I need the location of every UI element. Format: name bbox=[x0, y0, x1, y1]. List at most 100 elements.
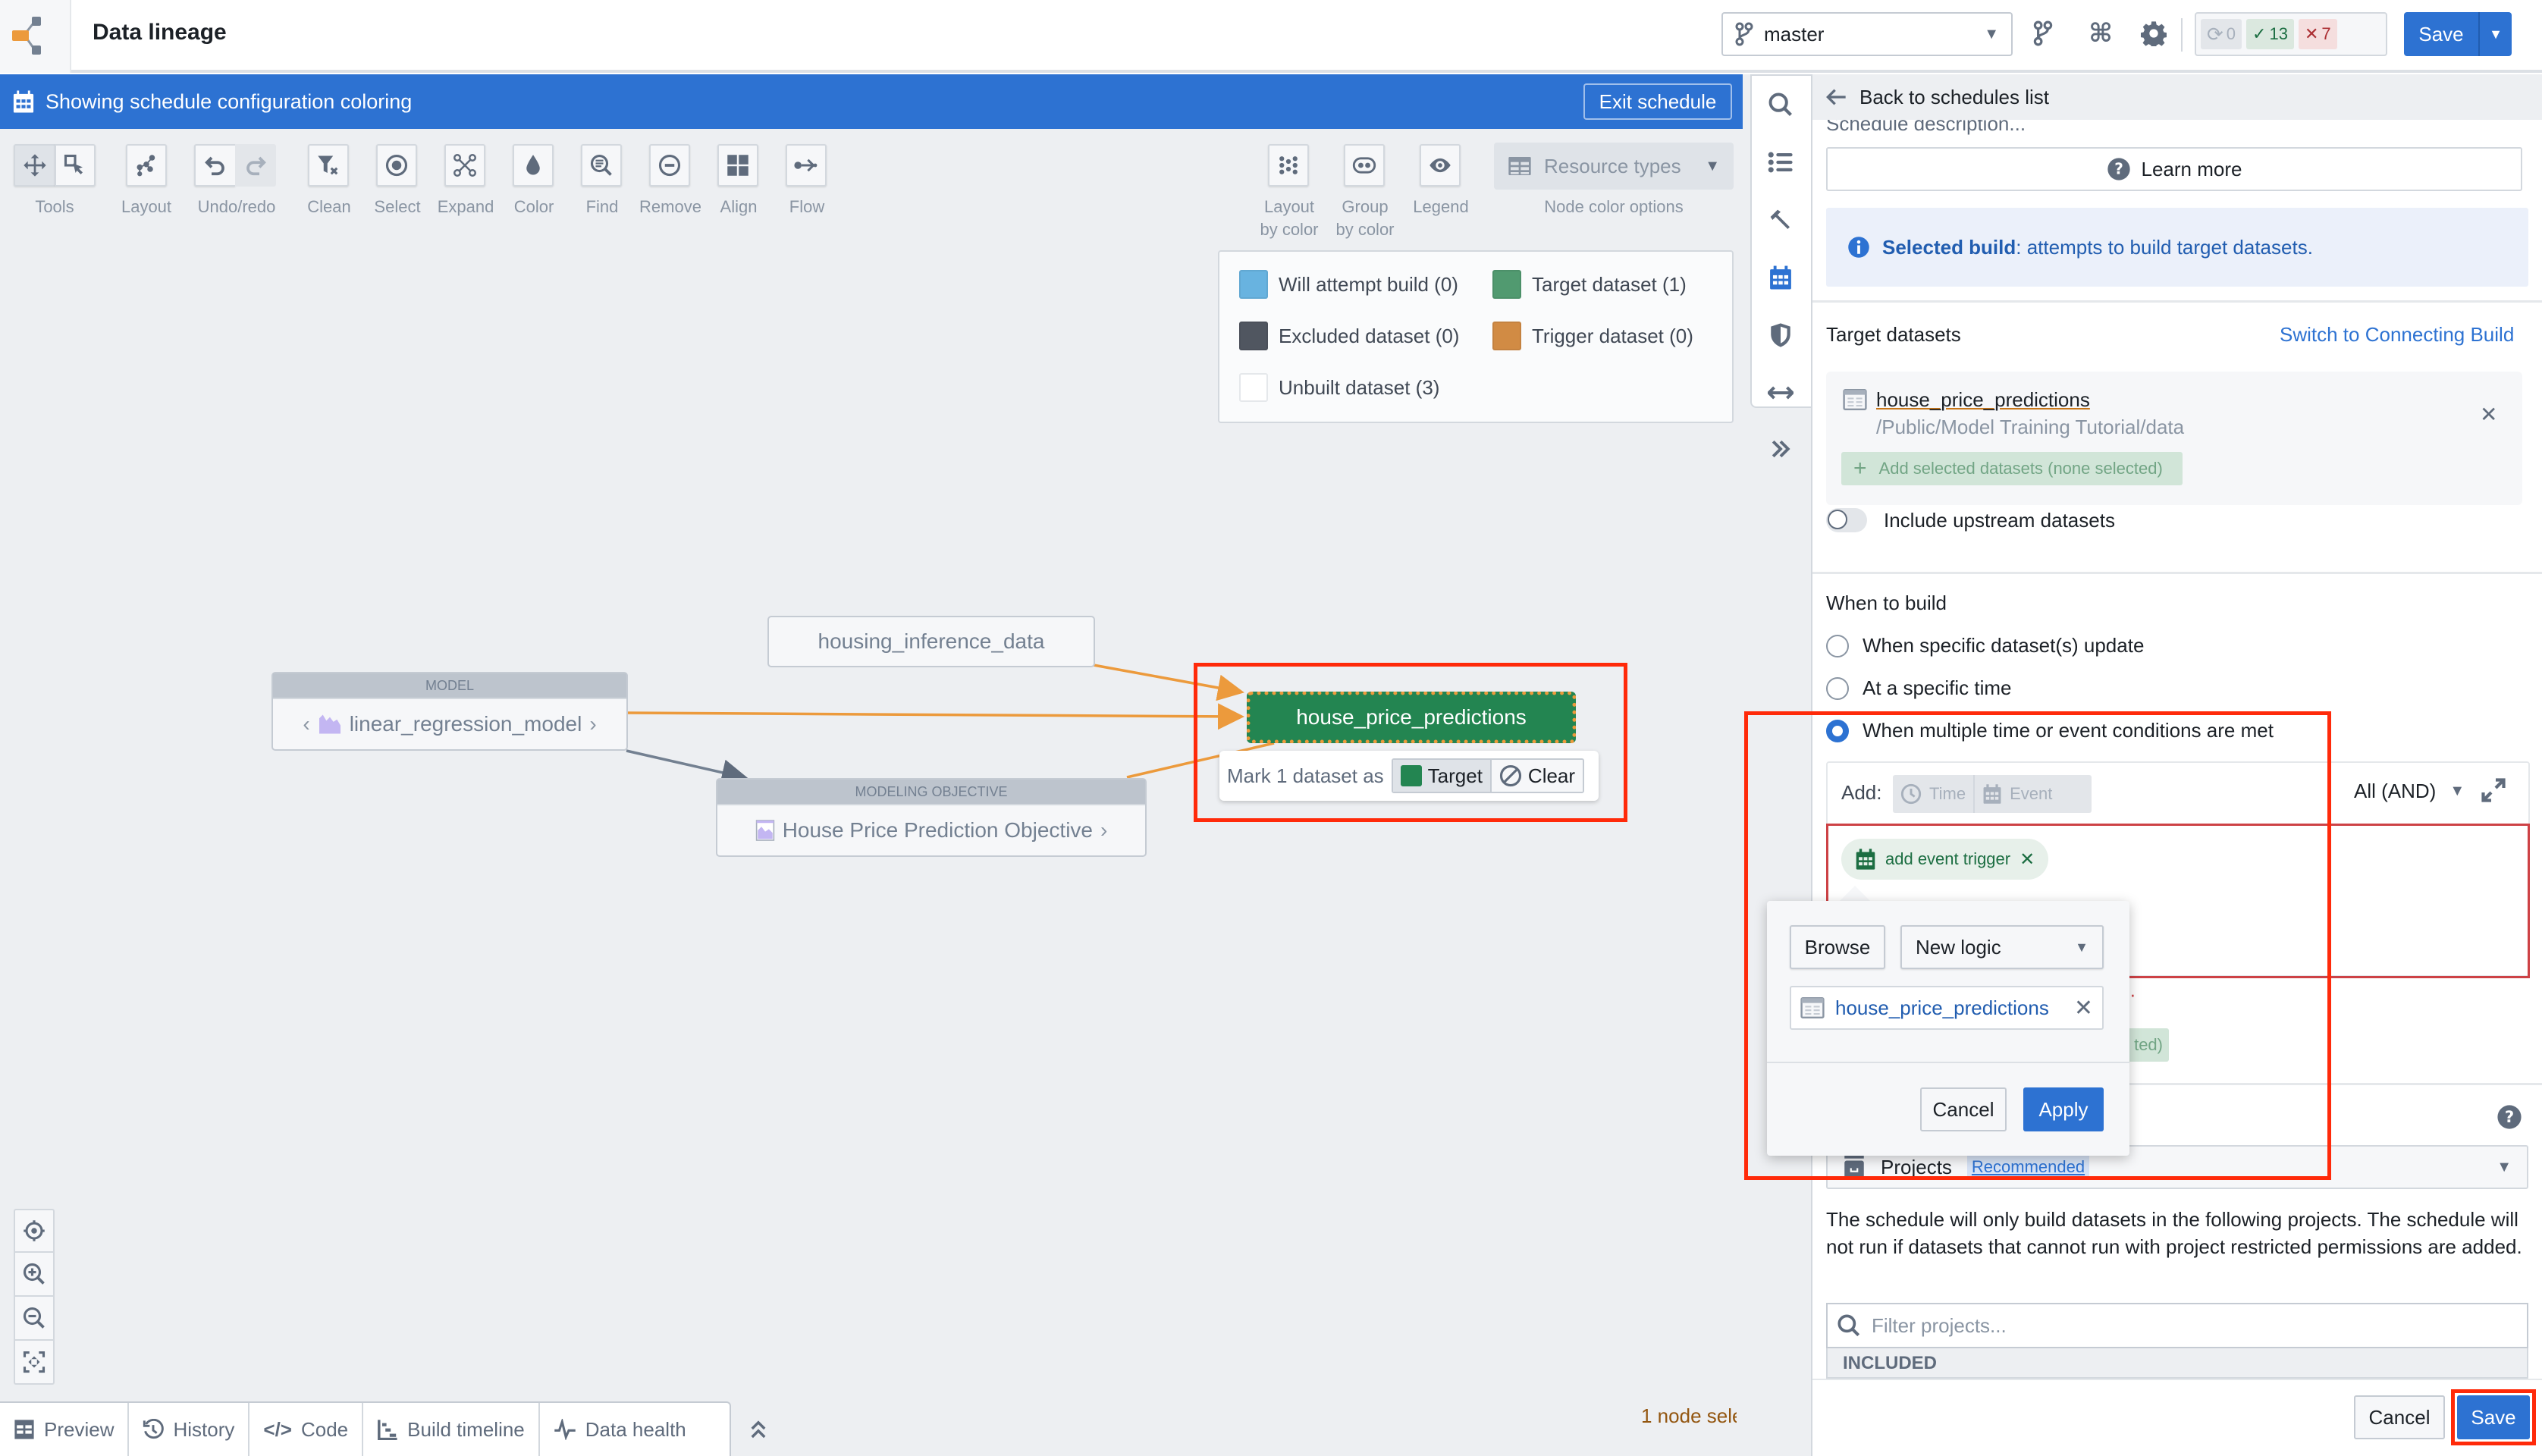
check-icon: ✓ bbox=[2252, 24, 2267, 43]
zoom-out-button[interactable] bbox=[14, 1297, 55, 1341]
chevron-right-icon[interactable]: › bbox=[589, 712, 596, 736]
fit-to-screen-button[interactable] bbox=[14, 1341, 55, 1385]
build-option-dataset-update[interactable]: When specific dataset(s) update bbox=[1826, 634, 2144, 657]
trigger-dataset-link[interactable]: house_price_predictions bbox=[1835, 996, 2049, 1020]
filter-projects-input[interactable]: Filter projects... bbox=[1826, 1303, 2528, 1348]
tab-history[interactable]: History bbox=[129, 1403, 250, 1456]
popover-divider bbox=[1767, 1062, 2129, 1063]
arrow-left-icon bbox=[1826, 89, 1846, 105]
svg-text:?: ? bbox=[2505, 1108, 2514, 1127]
side-nav-list[interactable] bbox=[1764, 146, 1797, 179]
browse-button[interactable]: Browse bbox=[1790, 925, 1885, 969]
branch-selector[interactable]: master ▼ bbox=[1721, 12, 2013, 56]
running-builds-badge[interactable]: ⟳ 0 bbox=[2201, 19, 2242, 49]
radio-button[interactable] bbox=[1826, 634, 1849, 657]
radio-button[interactable] bbox=[1826, 676, 1849, 700]
tab-preview[interactable]: Preview bbox=[0, 1403, 130, 1456]
bottom-tab-bar: Preview History </> Code Build timeline … bbox=[0, 1401, 731, 1456]
build-option-specific-time[interactable]: At a specific time bbox=[1826, 676, 2012, 700]
plus-icon: + bbox=[1853, 456, 1867, 481]
strip-active-indicator bbox=[1737, 74, 1743, 129]
event-trigger-tag[interactable]: add event trigger ✕ bbox=[1841, 839, 2049, 880]
save-options-dropdown[interactable]: ▼ bbox=[2478, 12, 2512, 56]
recenter-button[interactable] bbox=[14, 1209, 55, 1253]
close-icon: ✕ bbox=[2480, 403, 2498, 426]
target-dataset-name[interactable]: house_price_predictions bbox=[1876, 388, 2090, 412]
chevron-left-icon[interactable]: ‹ bbox=[303, 712, 309, 736]
add-time-button[interactable]: Time bbox=[1893, 775, 1976, 813]
zoom-out-icon bbox=[23, 1307, 45, 1329]
fit-screen-icon bbox=[23, 1351, 46, 1373]
when-to-build-label: When to build bbox=[1826, 592, 1947, 614]
branch-action-button[interactable] bbox=[2026, 17, 2060, 50]
edge-model-to-predictions bbox=[626, 703, 1244, 730]
logic-select[interactable]: New logic ▼ bbox=[1900, 925, 2104, 969]
projects-help-button[interactable]: ? bbox=[2496, 1104, 2522, 1130]
mark-dataset-popup: Mark 1 dataset as Target Clear bbox=[1219, 751, 1599, 801]
git-branch-icon bbox=[1735, 22, 1753, 46]
target-datasets-label: Target datasets bbox=[1826, 323, 1961, 346]
maximize-editor-button[interactable] bbox=[2480, 777, 2507, 804]
side-nav-compare[interactable] bbox=[1764, 376, 1797, 410]
cancel-button[interactable]: Cancel bbox=[2354, 1395, 2445, 1439]
chevron-right-icon[interactable]: › bbox=[1100, 818, 1107, 843]
remove-trigger-dataset-button[interactable]: ✕ bbox=[2074, 995, 2093, 1021]
popover-cancel-button[interactable]: Cancel bbox=[1920, 1087, 2007, 1131]
recommended-badge: Recommended bbox=[1966, 1156, 2090, 1178]
mark-target-button[interactable]: Target bbox=[1392, 760, 1492, 792]
search-icon bbox=[1768, 93, 1792, 116]
learn-more-button[interactable]: ? Learn more bbox=[1826, 147, 2522, 191]
calendar-icon bbox=[1983, 784, 2001, 804]
node-house-price-predictions[interactable]: house_price_predictions bbox=[1247, 692, 1576, 743]
dataset-icon bbox=[1843, 389, 1867, 410]
side-nav-collapse[interactable] bbox=[1764, 432, 1797, 466]
tab-code[interactable]: </> Code bbox=[249, 1403, 364, 1456]
chevron-double-right-icon bbox=[1772, 440, 1790, 458]
build-option-multiple-conditions[interactable]: When multiple time or event conditions a… bbox=[1826, 719, 2274, 742]
tab-data-health[interactable]: Data health bbox=[540, 1403, 700, 1456]
remove-target-dataset-button[interactable]: ✕ bbox=[2480, 402, 2497, 427]
mark-clear-button[interactable]: Clear bbox=[1491, 760, 1583, 792]
remove-tag-icon[interactable]: ✕ bbox=[2019, 849, 2035, 871]
command-palette-button[interactable]: ⌘ bbox=[2084, 17, 2117, 50]
node-linear-regression-model[interactable]: MODEL ‹ linear_regression_model › bbox=[271, 672, 628, 751]
add-condition-label: Add: bbox=[1841, 781, 1882, 804]
zoom-in-button[interactable] bbox=[14, 1253, 55, 1297]
save-button[interactable]: Save bbox=[2457, 1395, 2530, 1439]
node-housing-inference-data[interactable]: housing_inference_data bbox=[767, 616, 1095, 667]
side-nav-search[interactable] bbox=[1764, 88, 1797, 121]
side-nav-security[interactable] bbox=[1764, 318, 1797, 352]
section-divider bbox=[1812, 572, 2542, 574]
trigger-dataset-chip: house_price_predictions ✕ bbox=[1790, 986, 2104, 1030]
add-condition-buttons: Time Event bbox=[1893, 775, 2092, 813]
hammer-icon bbox=[1770, 209, 1790, 229]
add-selected-datasets-button[interactable]: + Add selected datasets (none selected) bbox=[1841, 452, 2183, 485]
switch-to-connecting-build-link[interactable]: Switch to Connecting Build bbox=[2280, 323, 2514, 347]
validation-marker: · bbox=[2129, 983, 2136, 1006]
include-upstream-toggle[interactable] bbox=[1826, 508, 1867, 532]
crosshair-icon bbox=[24, 1220, 45, 1241]
radio-button-selected[interactable] bbox=[1826, 719, 1849, 742]
command-key-icon: ⌘ bbox=[2089, 19, 2113, 48]
popover-arrow bbox=[1838, 886, 1872, 902]
target-swatch-icon bbox=[1400, 765, 1422, 786]
popover-apply-button[interactable]: Apply bbox=[2023, 1087, 2104, 1131]
condition-combinator-select[interactable]: All (AND) ▼ bbox=[2354, 780, 2465, 803]
expand-panel-button[interactable] bbox=[743, 1412, 774, 1445]
objective-icon bbox=[755, 820, 774, 841]
tab-build-timeline[interactable]: Build timeline bbox=[363, 1403, 540, 1456]
node-house-price-prediction-objective[interactable]: MODELING OBJECTIVE House Price Predictio… bbox=[716, 778, 1147, 857]
side-nav-schedules[interactable] bbox=[1764, 261, 1797, 294]
include-upstream-row: Include upstream datasets bbox=[1826, 508, 2115, 532]
add-event-button[interactable]: Event bbox=[1975, 775, 2060, 813]
history-icon bbox=[143, 1419, 165, 1439]
refresh-icon: ⟳ bbox=[2207, 22, 2223, 46]
settings-button[interactable] bbox=[2137, 17, 2170, 50]
failed-builds-badge[interactable]: ✕ 7 bbox=[2298, 19, 2337, 49]
arrows-horizontal-icon bbox=[1768, 386, 1794, 400]
successful-builds-badge[interactable]: ✓ 13 bbox=[2246, 19, 2294, 49]
chevron-down-icon: ▼ bbox=[2496, 1158, 2512, 1175]
save-button[interactable]: Save bbox=[2404, 12, 2478, 56]
back-to-schedules-link[interactable]: Back to schedules list bbox=[1812, 74, 2542, 120]
side-nav-build[interactable] bbox=[1764, 203, 1797, 237]
